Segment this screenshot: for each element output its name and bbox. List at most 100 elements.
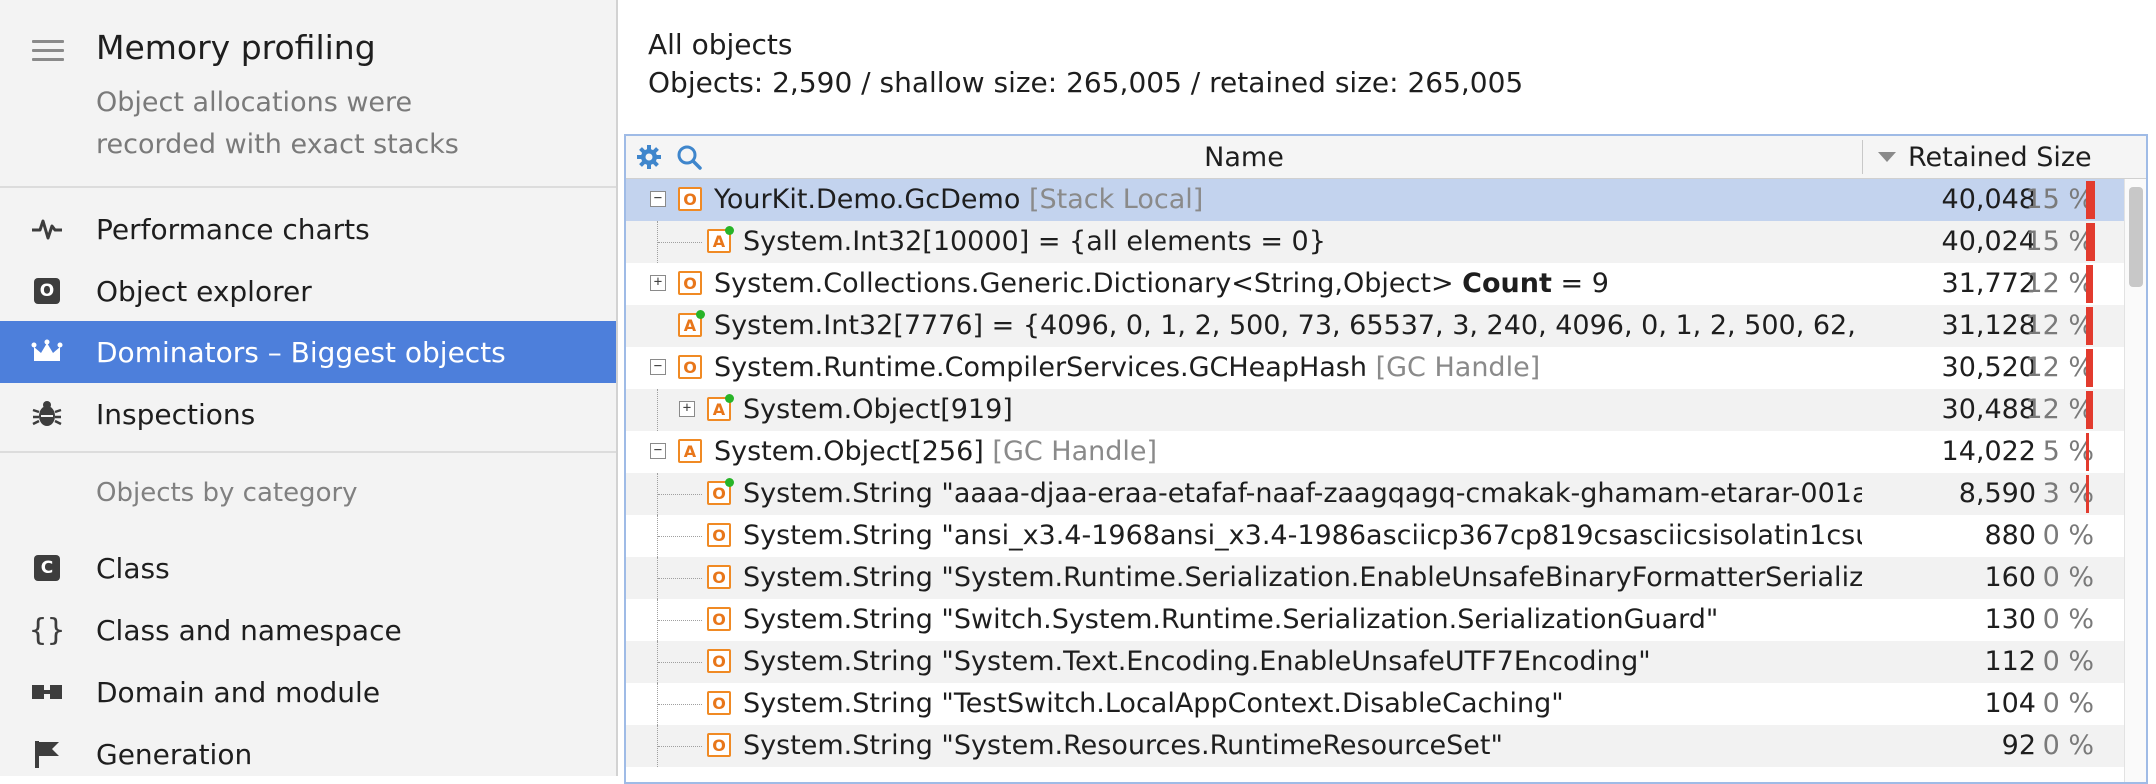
sidebar-subtitle: Object allocations were recorded with ex… <box>96 87 459 160</box>
table-row[interactable]: O System.String "ansi_x3.4-1968ansi_x3.4-… <box>626 515 2124 557</box>
retained-size-value: 14,022 <box>1941 436 2036 467</box>
sidebar-item-inspections[interactable]: Inspections <box>0 383 616 445</box>
array-object-icon: A <box>707 394 734 421</box>
collapse-toggle[interactable]: − <box>650 443 666 459</box>
retained-percent: 12 % <box>2025 352 2094 383</box>
table-row[interactable]: O System.String "System.Runtime.Serializa… <box>626 557 2124 599</box>
object-explorer-icon: O <box>30 277 64 305</box>
retained-size-value: 40,048 <box>1941 184 2036 215</box>
object-icon: O <box>678 271 702 295</box>
table-row[interactable]: + O System.Collections.Generic.Dictionary<… <box>626 263 2124 305</box>
dominators-table[interactable]: Name Retained Size − O YourKit.Demo.GcDemo… <box>624 134 2148 784</box>
retained-percent: 3 % <box>2042 478 2094 509</box>
view-stats: Objects: 2,590 / shallow size: 265,005 /… <box>648 66 1524 99</box>
retained-size-value: 30,488 <box>1941 394 2036 425</box>
sidebar: Memory profiling Object allocations were… <box>0 0 618 776</box>
object-name: System.Int32[7776] = {4096, 0, 1, 2, 500… <box>714 310 1862 341</box>
class-icon: C <box>30 554 64 582</box>
tree-guide-line <box>658 536 702 537</box>
retained-size-value: 31,128 <box>1941 310 2036 341</box>
tree-guide-line <box>658 242 702 243</box>
object-icon: O <box>678 355 702 379</box>
retained-size-bar <box>2086 349 2093 387</box>
crown-icon <box>30 338 64 366</box>
object-icon: O <box>707 691 731 715</box>
settings-gear-icon[interactable] <box>636 144 662 174</box>
retained-size-bar <box>2086 223 2095 261</box>
root-type-tag: [Stack Local] <box>1028 184 1204 215</box>
retained-size-bar <box>2086 475 2089 513</box>
scrollbar-thumb[interactable] <box>2129 187 2143 287</box>
table-row[interactable]: − O System.Runtime.CompilerServices.GCHeap… <box>626 347 2124 389</box>
table-row[interactable]: O System.String "System.Text.Encoding.Ena… <box>626 641 2124 683</box>
object-name: System.Object[256] [GC Handle] <box>714 436 1158 467</box>
expand-toggle[interactable]: + <box>679 401 695 417</box>
tree-guide-line <box>658 746 702 747</box>
expand-toggle[interactable]: + <box>650 275 666 291</box>
sidebar-item-object-explorer[interactable]: O Object explorer <box>0 260 616 322</box>
table-row[interactable]: O System.String "System.Resources.Runtime… <box>626 725 2124 767</box>
tree-guide-line <box>658 620 702 621</box>
array-object-icon: A <box>678 439 702 463</box>
sidebar-item-class[interactable]: C Class <box>0 537 616 599</box>
retained-percent: 12 % <box>2025 310 2094 341</box>
retained-size-value: 31,772 <box>1941 268 2036 299</box>
table-row[interactable]: A System.Int32[10000] = {all elements = 0… <box>626 221 2124 263</box>
retained-percent: 12 % <box>2025 268 2094 299</box>
flag-icon <box>30 740 64 768</box>
table-row[interactable]: − A System.Object[256] [GC Handle] 14,022 5 … <box>626 431 2124 473</box>
sidebar-item-generation[interactable]: Generation <box>0 723 616 776</box>
tree-guide-line <box>658 662 702 663</box>
retained-size-bar <box>2086 433 2089 471</box>
sidebar-item-class-and-namespace[interactable]: {} Class and namespace <box>0 599 616 661</box>
column-divider[interactable] <box>1862 140 1863 174</box>
root-type-tag: [GC Handle] <box>1375 352 1541 383</box>
table-row[interactable]: O System.String "aaaa-djaa-eraa-etafaf-na… <box>626 473 2124 515</box>
retained-percent: 5 % <box>2042 436 2094 467</box>
table-body: − O YourKit.Demo.GcDemo [Stack Local] 40,04… <box>626 179 2124 767</box>
sidebar-item-performance-charts[interactable]: Performance charts <box>0 198 616 260</box>
vertical-scrollbar[interactable] <box>2124 179 2146 782</box>
pulse-icon <box>30 215 64 243</box>
table-row[interactable]: A System.Int32[7776] = {4096, 0, 1, 2, 50… <box>626 305 2124 347</box>
retained-percent: 0 % <box>2042 646 2094 677</box>
retained-percent: 15 % <box>2025 226 2094 257</box>
collapse-toggle[interactable]: − <box>650 359 666 375</box>
object-name: System.Object[919] <box>743 394 1013 425</box>
retained-size-bar <box>2086 391 2093 429</box>
table-row[interactable]: O System.String "TestSwitch.LocalAppConte… <box>626 683 2124 725</box>
sidebar-item-domain-and-module[interactable]: Domain and module <box>0 661 616 723</box>
collapse-toggle[interactable]: − <box>650 191 666 207</box>
retained-size-value: 880 <box>1984 520 2036 551</box>
retained-size-bar <box>2086 181 2095 219</box>
object-name: System.String "aaaa-djaa-eraa-etafaf-naa… <box>743 478 1862 509</box>
main-panel: All objects Objects: 2,590 / shallow siz… <box>618 0 2156 784</box>
sidebar-item-label: Dominators – Biggest objects <box>96 335 506 369</box>
hamburger-menu-icon[interactable] <box>32 40 64 62</box>
search-icon[interactable] <box>676 144 702 174</box>
object-name: YourKit.Demo.GcDemo [Stack Local] <box>714 184 1204 215</box>
module-icon <box>30 678 64 706</box>
sidebar-item-label: Class and namespace <box>96 613 402 647</box>
object-icon: O <box>707 565 731 589</box>
sidebar-title: Memory profiling <box>96 28 376 67</box>
retained-percent: 12 % <box>2025 394 2094 425</box>
column-header-retained-size[interactable]: Retained Size <box>1878 136 2092 178</box>
braces-icon: {} <box>28 612 66 648</box>
table-row[interactable]: + A System.Object[919] 30,488 12 % <box>626 389 2124 431</box>
object-icon: O <box>707 649 731 673</box>
tree-guide-line <box>658 494 702 495</box>
sidebar-divider <box>0 186 616 188</box>
object-name: System.String "ansi_x3.4-1968ansi_x3.4-1… <box>743 520 1862 551</box>
bug-icon <box>30 400 64 428</box>
sidebar-item-dominators[interactable]: Dominators – Biggest objects <box>0 321 616 383</box>
table-row[interactable]: − O YourKit.Demo.GcDemo [Stack Local] 40,04… <box>626 179 2124 221</box>
table-row[interactable]: O System.String "Switch.System.Runtime.Se… <box>626 599 2124 641</box>
sidebar-item-label: Performance charts <box>96 212 370 246</box>
retained-size-value: 92 <box>2001 730 2036 761</box>
category-header: Objects by category <box>96 478 358 508</box>
reachable-dot-icon <box>725 478 734 487</box>
column-header-name[interactable]: Name <box>626 136 1862 178</box>
reachable-dot-icon <box>725 394 734 403</box>
table-header: Name Retained Size <box>626 136 2146 179</box>
